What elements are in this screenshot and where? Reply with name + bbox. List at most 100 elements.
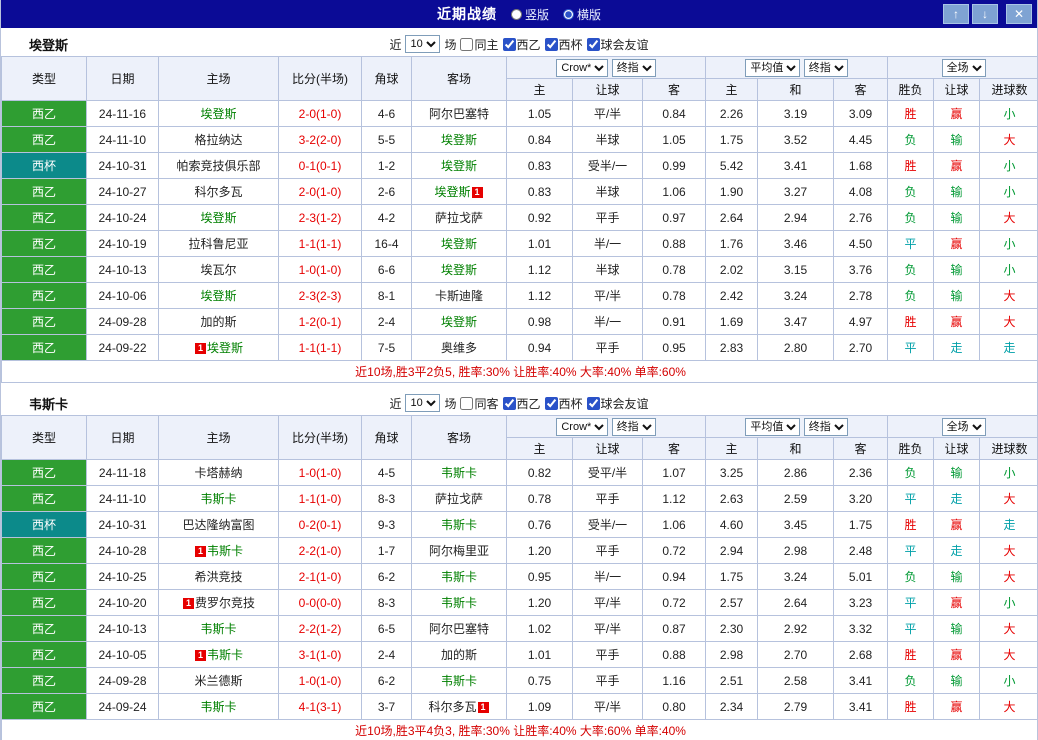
asian-handicap: 受半/一	[572, 511, 643, 538]
home-team: 埃登斯	[200, 107, 237, 121]
result-outcome: 胜	[887, 308, 935, 335]
filter-prefix-label: 近	[389, 396, 402, 411]
result-handicap: 输	[933, 615, 981, 642]
same-filter-checkbox[interactable]	[460, 37, 474, 51]
result-goals: 小	[979, 100, 1037, 127]
home-team: 韦斯卡	[206, 648, 243, 662]
filter-controls: 近 10 场 同主 西乙 西杯 球会友谊	[389, 35, 649, 53]
corner-cell: 3-7	[361, 693, 412, 720]
asian-home-odds: 1.20	[506, 537, 573, 564]
result-handicap: 赢	[933, 589, 981, 616]
result-outcome: 平	[887, 537, 935, 564]
vertical-layout-radio[interactable]	[510, 8, 522, 20]
col-home: 主场	[158, 415, 279, 460]
league-filter-cup[interactable]: 西杯	[544, 36, 583, 53]
liga-checkbox[interactable]	[502, 396, 516, 410]
euro-away-odds: 2.68	[833, 641, 889, 668]
league-filter-friendly[interactable]: 球会友谊	[586, 395, 649, 412]
col-goals-result: 进球数	[979, 78, 1037, 101]
cup-label: 西杯	[558, 396, 583, 411]
away-cell: 埃登斯	[411, 152, 507, 179]
away-cell: 埃登斯	[411, 230, 507, 257]
close-button[interactable]: ✕	[1006, 4, 1032, 24]
league-filter-liga[interactable]: 西乙	[502, 36, 541, 53]
friendly-label: 球会友谊	[600, 37, 649, 52]
col-euro-away: 客	[833, 78, 889, 101]
col-handicap-result: 让球	[933, 437, 981, 460]
home-team: 韦斯卡	[200, 700, 237, 714]
euro-draw-odds: 2.86	[757, 459, 835, 486]
bookmaker-select[interactable]: Crow*	[556, 58, 609, 77]
friendly-checkbox[interactable]	[586, 37, 600, 51]
same-venue-label: 同主	[474, 37, 499, 52]
euro-stage-select[interactable]: 终指	[803, 58, 848, 77]
home-cell: 巴达隆纳富图	[158, 511, 279, 538]
euro-draw-odds: 2.58	[757, 667, 835, 694]
col-asian-away: 客	[641, 437, 707, 460]
corner-cell: 7-5	[361, 334, 412, 361]
match-count-select[interactable]: 10	[405, 394, 441, 412]
layout-option-horizontal[interactable]: 横版	[563, 6, 601, 23]
asian-handicap: 半球	[572, 178, 643, 205]
cup-checkbox[interactable]	[544, 396, 558, 410]
home-team: 拉科鲁尼亚	[188, 237, 249, 251]
red-card-badge: 1	[477, 702, 489, 713]
euro-home-odds: 2.34	[705, 693, 759, 720]
asian-away-odds: 0.72	[641, 537, 707, 564]
same-filter-checkbox[interactable]	[460, 396, 474, 410]
league-filter-liga[interactable]: 西乙	[502, 395, 541, 412]
bookmaker-select[interactable]: Crow*	[556, 417, 609, 436]
result-outcome: 负	[887, 204, 935, 231]
euro-draw-odds: 3.24	[757, 563, 835, 590]
move-up-button[interactable]: ↑	[943, 4, 969, 24]
league-filter-friendly[interactable]: 球会友谊	[586, 36, 649, 53]
layout-option-vertical[interactable]: 竖版	[510, 6, 549, 23]
scope-select[interactable]: 全场	[941, 58, 986, 77]
same-venue-filter[interactable]: 同主	[460, 36, 499, 53]
result-outcome: 负	[887, 256, 935, 283]
cup-checkbox[interactable]	[544, 37, 558, 51]
asian-home-odds: 0.84	[506, 126, 573, 153]
result-handicap: 输	[933, 178, 981, 205]
league-label: 西乙	[31, 570, 56, 584]
result-goals: 小	[979, 459, 1037, 486]
col-asian-home: 主	[506, 78, 573, 101]
home-cell: 埃登斯	[158, 100, 279, 127]
league-cell: 西乙	[1, 100, 87, 127]
euro-away-odds: 3.41	[833, 667, 889, 694]
asian-stage-select[interactable]: 终指	[611, 417, 656, 436]
asian-handicap: 平手	[572, 641, 643, 668]
scope-select[interactable]: 全场	[941, 417, 986, 436]
league-filter-cup[interactable]: 西杯	[544, 395, 583, 412]
friendly-checkbox[interactable]	[586, 396, 600, 410]
league-cell: 西乙	[1, 693, 87, 720]
corner-cell: 9-3	[361, 511, 412, 538]
same-venue-filter[interactable]: 同客	[460, 395, 499, 412]
liga-label: 西乙	[516, 396, 541, 411]
asian-handicap: 平手	[572, 667, 643, 694]
home-team: 费罗尔竞技	[194, 596, 255, 610]
team-header-bar: 韦斯卡 近 10 场 同客 西乙 西杯 球会友谊	[1, 391, 1037, 415]
liga-checkbox[interactable]	[502, 37, 516, 51]
match-count-select[interactable]: 10	[405, 35, 441, 53]
home-cell: 韦斯卡	[158, 615, 279, 642]
table-row: 西乙 24-10-25 希洪竞技 2-1(1-0) 6-2 韦斯卡 0.95 半…	[1, 563, 1037, 590]
asian-stage-select[interactable]: 终指	[611, 58, 656, 77]
home-cell: 科尔多瓦	[158, 178, 279, 205]
asian-away-odds: 0.80	[641, 693, 707, 720]
average-odds-select[interactable]: 平均值	[745, 417, 801, 436]
result-outcome: 负	[887, 178, 935, 205]
euro-stage-select[interactable]: 终指	[803, 417, 848, 436]
home-team: 韦斯卡	[200, 622, 237, 636]
euro-home-odds: 2.30	[705, 615, 759, 642]
move-down-button[interactable]: ↓	[972, 4, 998, 24]
asian-away-odds: 1.05	[641, 126, 707, 153]
euro-home-odds: 2.64	[705, 204, 759, 231]
average-odds-select[interactable]: 平均值	[745, 58, 801, 77]
away-cell: 阿尔巴塞特	[411, 100, 507, 127]
friendly-label: 球会友谊	[600, 396, 649, 411]
horizontal-layout-radio[interactable]	[563, 8, 574, 20]
home-cell: 1 埃登斯	[158, 334, 279, 361]
titlebar: 近期战绩 竖版 横版 ↑ ↓ ✕	[1, 0, 1037, 28]
col-outcome: 胜负	[887, 78, 935, 101]
